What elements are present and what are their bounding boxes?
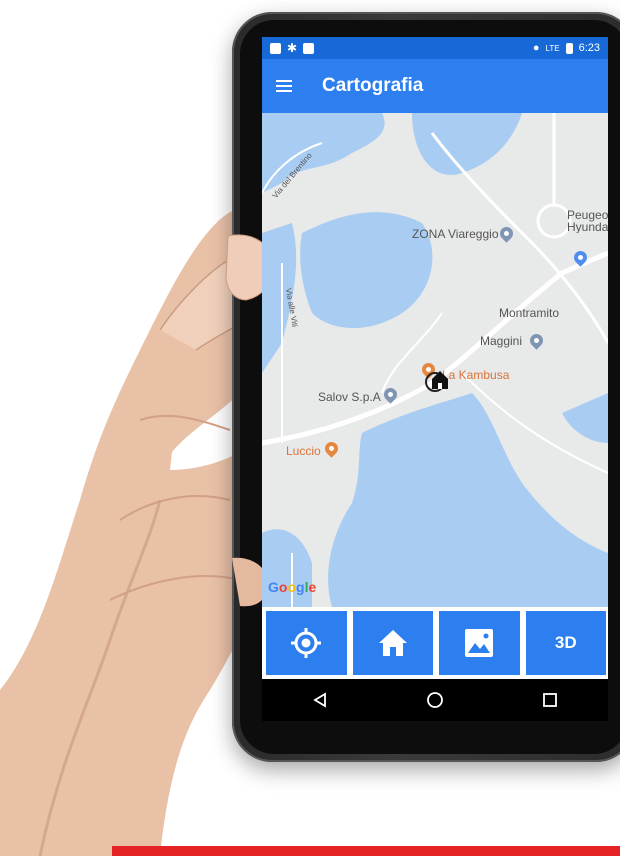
location-icon: ● — [532, 42, 540, 54]
notification-icon — [270, 42, 281, 54]
3d-view-button[interactable]: 3D — [525, 611, 606, 675]
battery-icon — [565, 42, 573, 54]
home-icon — [378, 630, 407, 656]
clock: 6:23 — [578, 42, 600, 54]
back-button[interactable] — [300, 685, 340, 715]
asterisk-icon: ✱ — [287, 40, 298, 55]
map-canvas — [262, 113, 608, 607]
sd-card-icon — [303, 42, 315, 54]
poi-label[interactable]: La Kambusa — [442, 368, 509, 382]
map-view[interactable]: Via del Brentino Via alle Viti ZONA Viar… — [262, 113, 608, 607]
brand-red-bar — [112, 846, 620, 856]
locate-button[interactable] — [266, 611, 347, 675]
app-bar: Cartografia — [262, 59, 608, 113]
system-nav-bar — [262, 679, 608, 721]
3d-label: 3D — [554, 633, 577, 652]
recents-square-icon — [543, 693, 558, 707]
poi-label[interactable]: Peugeot Hyundai — [567, 209, 608, 233]
home-nav-button[interactable] — [415, 685, 455, 715]
back-triangle-icon — [312, 692, 326, 708]
menu-icon[interactable] — [276, 78, 296, 94]
home-location-marker-icon[interactable] — [424, 365, 452, 393]
recents-button[interactable] — [530, 685, 570, 715]
poi-label[interactable]: Salov S.p.A — [318, 390, 381, 404]
crosshair-icon — [291, 628, 322, 658]
poi-label[interactable]: Maggini — [480, 334, 522, 348]
landscape-image-icon — [465, 629, 494, 657]
device-screen: ✱ ● LTE 6:23 Cartografia Via del Brentin… — [262, 37, 608, 721]
action-bar: 3D — [262, 607, 608, 679]
image-button[interactable] — [439, 611, 520, 675]
home-button[interactable] — [352, 611, 433, 675]
poi-label[interactable]: ZONA Viareggio — [412, 227, 499, 241]
google-logo: Google — [268, 579, 317, 595]
signal-icon: LTE — [545, 43, 560, 53]
area-label: Montramito — [499, 306, 560, 320]
status-bar: ✱ ● LTE 6:23 — [262, 37, 608, 59]
home-circle-icon — [427, 692, 443, 708]
poi-label[interactable]: Luccio — [286, 444, 321, 458]
page-title: Cartografia — [322, 75, 424, 96]
